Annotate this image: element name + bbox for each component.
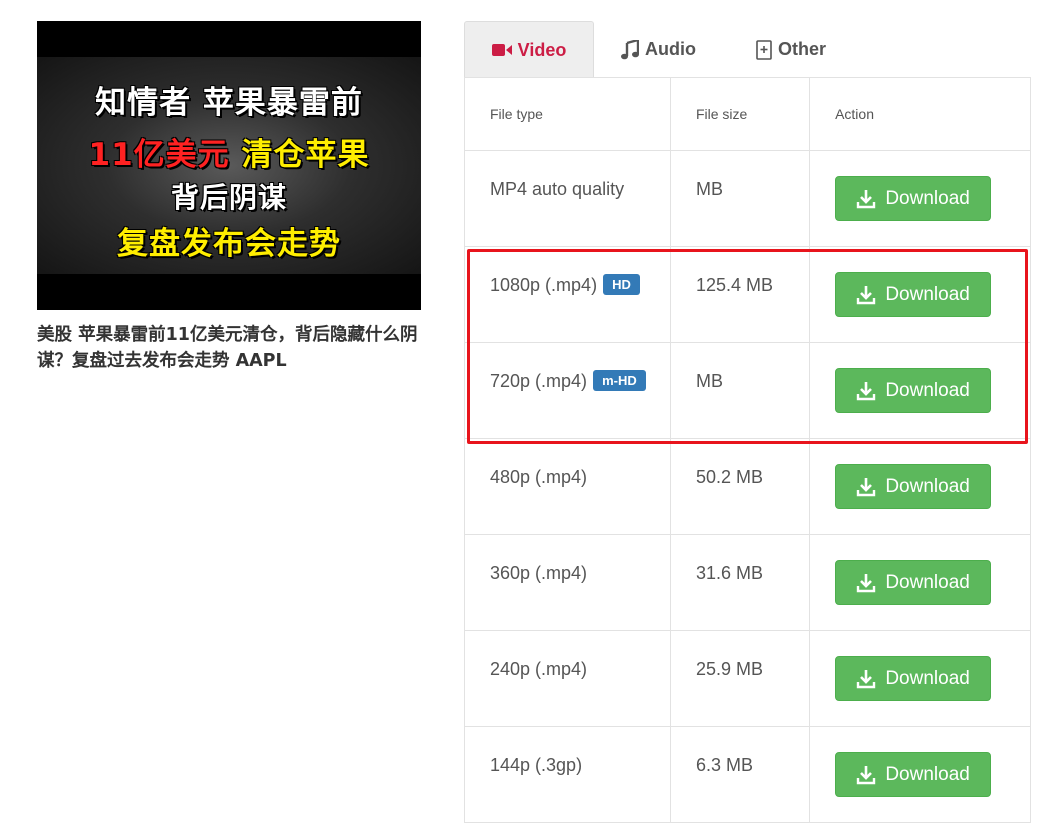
tab-audio[interactable]: Audio	[621, 21, 696, 78]
thumbnail-line-2-yellow: 清仓苹果	[229, 137, 370, 173]
file-type-cell: 240p (.mp4)	[464, 630, 671, 727]
file-type-label: 360p (.mp4)	[490, 563, 588, 583]
table-row: 240p (.mp4) 25.9 MB Download	[464, 630, 1031, 727]
download-button[interactable]: Download	[835, 368, 992, 413]
file-type-cell: 480p (.mp4)	[464, 438, 671, 535]
action-cell: Download	[809, 246, 1031, 343]
file-type-label: 240p (.mp4)	[490, 659, 588, 679]
header-action: Action	[809, 77, 1031, 151]
music-note-icon	[621, 39, 639, 60]
download-icon	[857, 285, 876, 304]
thumbnail-line-1: 知情者 苹果暴雷前	[95, 85, 363, 121]
action-cell: Download	[809, 630, 1031, 727]
download-button-label: Download	[885, 283, 970, 305]
file-type-cell: 144p (.3gp)	[464, 726, 671, 823]
download-table: File type File size Action MP4 auto qual…	[464, 77, 1031, 823]
file-size-cell: 25.9 MB	[669, 630, 811, 727]
download-icon	[857, 189, 876, 208]
action-cell: Download	[809, 150, 1031, 247]
table-row: 360p (.mp4) 31.6 MB Download	[464, 534, 1031, 631]
action-cell: Download	[809, 342, 1031, 439]
download-button-label: Download	[885, 379, 970, 401]
quality-badge: HD	[603, 273, 640, 295]
tab-video-label: Video	[517, 39, 567, 60]
file-type-label: 1080p (.mp4)	[490, 275, 598, 295]
video-thumbnail[interactable]: 知情者 苹果暴雷前 11亿美元 清仓苹果 背后阴谋 复盘发布会走势	[37, 21, 421, 310]
format-tabs: Video Audio Other	[464, 21, 1031, 78]
download-icon	[857, 765, 876, 784]
download-button-label: Download	[885, 667, 970, 689]
tab-video[interactable]: Video	[464, 21, 594, 78]
file-type-cell: 720p (.mp4) m-HD	[464, 342, 671, 439]
action-cell: Download	[809, 438, 1031, 535]
download-icon	[857, 477, 876, 496]
download-button-label: Download	[885, 571, 970, 593]
download-icon	[857, 573, 876, 592]
thumbnail-line-2-red: 11亿美元	[88, 137, 230, 173]
thumbnail-line-4: 复盘发布会走势	[117, 226, 341, 262]
download-button-label: Download	[885, 763, 970, 785]
download-button[interactable]: Download	[835, 272, 992, 317]
file-size-cell: 50.2 MB	[669, 438, 811, 535]
tab-other[interactable]: Other	[756, 21, 826, 78]
thumbnail-line-2: 11亿美元 清仓苹果	[37, 129, 421, 174]
tab-other-label: Other	[778, 39, 827, 59]
header-file-size: File size	[669, 77, 811, 151]
action-cell: Download	[809, 726, 1031, 823]
action-cell: Download	[809, 534, 1031, 631]
file-plus-icon	[756, 39, 772, 60]
header-file-type: File type	[464, 77, 671, 151]
table-row: MP4 auto quality MB Download	[464, 150, 1031, 247]
download-button[interactable]: Download	[835, 656, 992, 701]
video-camera-icon	[491, 43, 512, 57]
download-button[interactable]: Download	[835, 752, 992, 797]
file-type-label: 720p (.mp4)	[490, 371, 588, 391]
table-header-row: File type File size Action	[464, 77, 1031, 151]
download-button[interactable]: Download	[835, 176, 992, 221]
download-button[interactable]: Download	[835, 464, 992, 509]
file-type-cell: 360p (.mp4)	[464, 534, 671, 631]
file-size-cell: 125.4 MB	[669, 246, 811, 343]
file-type-label: 480p (.mp4)	[490, 467, 588, 487]
thumbnail-line-3: 背后阴谋	[170, 181, 287, 214]
tab-audio-label: Audio	[645, 39, 696, 59]
table-row: 144p (.3gp) 6.3 MB Download	[464, 726, 1031, 823]
file-size-cell: MB	[669, 150, 811, 247]
file-size-cell: MB	[669, 342, 811, 439]
download-button[interactable]: Download	[835, 560, 992, 605]
file-size-cell: 6.3 MB	[669, 726, 811, 823]
quality-badge: m-HD	[593, 369, 646, 391]
download-icon	[857, 669, 876, 688]
table-row: 480p (.mp4) 50.2 MB Download	[464, 438, 1031, 535]
file-type-label: 144p (.3gp)	[490, 755, 583, 775]
table-row: 720p (.mp4) m-HD MB Download	[464, 342, 1031, 439]
table-row: 1080p (.mp4) HD 125.4 MB Download	[464, 246, 1031, 343]
download-icon	[857, 381, 876, 400]
file-type-label: MP4 auto quality	[490, 179, 625, 199]
download-button-label: Download	[885, 475, 970, 497]
file-size-cell: 31.6 MB	[669, 534, 811, 631]
file-type-cell: 1080p (.mp4) HD	[464, 246, 671, 343]
download-button-label: Download	[885, 187, 970, 209]
video-title: 美股 苹果暴雷前11亿美元清仓，背后隐藏什么阴谋？复盘过去发布会走势 AAPL	[37, 325, 418, 371]
file-type-cell: MP4 auto quality	[464, 150, 671, 247]
